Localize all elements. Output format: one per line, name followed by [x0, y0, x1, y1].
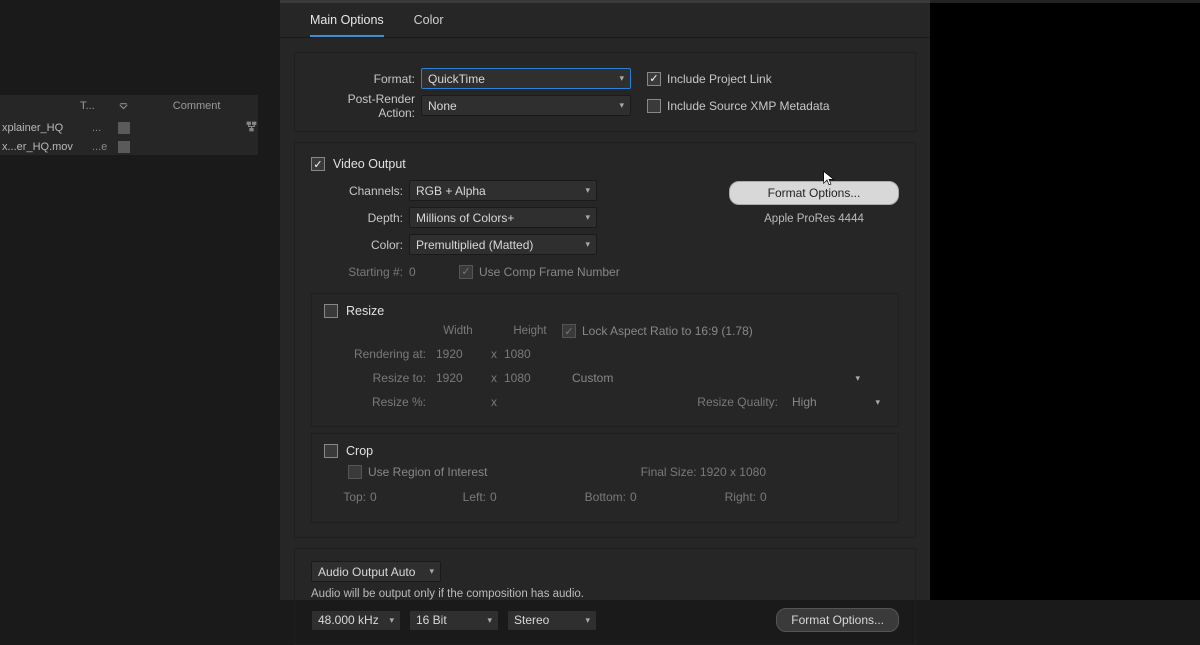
- label-swatch[interactable]: [118, 122, 130, 134]
- color-label: Color:: [311, 238, 409, 252]
- format-select[interactable]: QuickTime▾: [421, 68, 631, 89]
- checkbox-icon: [348, 465, 362, 479]
- chevron-down-icon: ▾: [585, 239, 590, 250]
- height-col: Height: [504, 325, 556, 337]
- chevron-down-icon: ▾: [875, 397, 880, 408]
- crop-bottom-label: Bottom:: [570, 490, 630, 504]
- checkbox-icon[interactable]: [311, 157, 325, 171]
- rendering-width: 1920: [432, 347, 484, 361]
- crop-top-value: 0: [370, 490, 410, 504]
- crop-top-label: Top:: [324, 490, 370, 504]
- crop-subsection: Crop Use Region of Interest Final Size: …: [311, 433, 899, 523]
- channels-select[interactable]: RGB + Alpha▾: [409, 180, 597, 201]
- resize-to-label: Resize to:: [324, 371, 432, 385]
- resize-pct-label: Resize %:: [324, 395, 432, 409]
- crop-bottom-value: 0: [630, 490, 670, 504]
- resize-preset-select: Custom▾: [566, 368, 866, 389]
- audio-format-options-button[interactable]: Format Options...: [776, 608, 899, 632]
- chevron-down-icon: ▾: [585, 212, 590, 223]
- post-render-select[interactable]: None▾: [421, 95, 631, 116]
- final-size: Final Size: 1920 x 1080: [641, 465, 826, 479]
- use-comp-frame: Use Comp Frame Number: [459, 265, 620, 279]
- chevron-down-icon: ▾: [585, 185, 590, 196]
- use-roi: Use Region of Interest: [348, 465, 487, 479]
- project-item[interactable]: x...er_HQ.mov ...e: [0, 138, 258, 156]
- chevron-down-icon: ▾: [619, 73, 624, 84]
- audio-section: Audio Output Auto▾ Audio will be output …: [294, 548, 916, 645]
- audio-note: Audio will be output only if the composi…: [311, 588, 899, 600]
- resize-quality-select: High▾: [786, 392, 886, 413]
- dialog-tabs: Main Options Color: [280, 3, 930, 38]
- codec-name: Apple ProRes 4444: [729, 213, 899, 225]
- crop-toggle[interactable]: Crop: [324, 444, 886, 458]
- depth-select[interactable]: Millions of Colors+▾: [409, 207, 597, 228]
- label-swatch[interactable]: [118, 141, 130, 153]
- resize-subsection: Resize Width Height Lock Aspect Ratio to…: [311, 293, 899, 427]
- resize-quality-label: Resize Quality:: [697, 395, 786, 409]
- depth-label: Depth:: [311, 211, 409, 225]
- crop-left-label: Left:: [450, 490, 490, 504]
- resize-height: 1080: [504, 371, 556, 385]
- chevron-down-icon: ▾: [855, 373, 860, 384]
- chevron-down-icon: ▾: [619, 100, 624, 111]
- starting-label: Starting #:: [311, 265, 409, 279]
- flowchart-icon[interactable]: [245, 120, 258, 133]
- crop-right-label: Right:: [710, 490, 760, 504]
- project-item[interactable]: xplainer_HQ ...: [0, 119, 258, 137]
- include-xmp[interactable]: Include Source XMP Metadata: [647, 99, 830, 113]
- video-format-options-button[interactable]: Format Options...: [729, 181, 899, 205]
- width-col: Width: [432, 325, 484, 337]
- lock-aspect: Lock Aspect Ratio to 16:9 (1.78): [562, 324, 753, 338]
- tab-color[interactable]: Color: [414, 13, 444, 37]
- audio-bit-select[interactable]: 16 Bit▾: [409, 610, 499, 631]
- rendering-height: 1080: [504, 347, 556, 361]
- viewer-backdrop: [930, 0, 1200, 600]
- checkbox-icon[interactable]: [647, 99, 661, 113]
- resize-width: 1920: [432, 371, 484, 385]
- chevron-down-icon: ▾: [429, 566, 434, 577]
- post-render-label: Post-Render Action:: [311, 92, 421, 120]
- chevron-down-icon: ▾: [389, 615, 394, 626]
- color-select[interactable]: Premultiplied (Matted)▾: [409, 234, 597, 255]
- chevron-down-icon: ▾: [585, 615, 590, 626]
- resize-toggle[interactable]: Resize: [324, 304, 886, 318]
- audio-rate-select[interactable]: 48.000 kHz▾: [311, 610, 401, 631]
- checkbox-icon[interactable]: [324, 304, 338, 318]
- checkbox-icon: [562, 324, 576, 338]
- crop-left-value: 0: [490, 490, 530, 504]
- video-output-toggle[interactable]: Video Output: [311, 157, 899, 171]
- output-module-dialog: Main Options Color Format: QuickTime▾ In…: [280, 0, 930, 600]
- chevron-down-icon: ▾: [487, 615, 492, 626]
- starting-value: 0: [409, 265, 459, 279]
- audio-output-select[interactable]: Audio Output Auto▾: [311, 561, 441, 582]
- tab-main-options[interactable]: Main Options: [310, 13, 384, 37]
- video-section: Video Output Channels: RGB + Alpha▾ Dept…: [294, 142, 916, 538]
- project-columns: T... Comment: [80, 100, 240, 112]
- format-label: Format:: [311, 72, 421, 86]
- channels-label: Channels:: [311, 184, 409, 198]
- project-panel: T... Comment xplainer_HQ ... x...er_HQ.m…: [0, 0, 260, 600]
- include-project-link[interactable]: Include Project Link: [647, 72, 772, 86]
- rendering-at-label: Rendering at:: [324, 347, 432, 361]
- checkbox-icon[interactable]: [647, 72, 661, 86]
- crop-right-value: 0: [760, 490, 800, 504]
- format-section: Format: QuickTime▾ Include Project Link …: [294, 52, 916, 132]
- checkbox-icon[interactable]: [324, 444, 338, 458]
- audio-channels-select[interactable]: Stereo▾: [507, 610, 597, 631]
- checkbox-icon: [459, 265, 473, 279]
